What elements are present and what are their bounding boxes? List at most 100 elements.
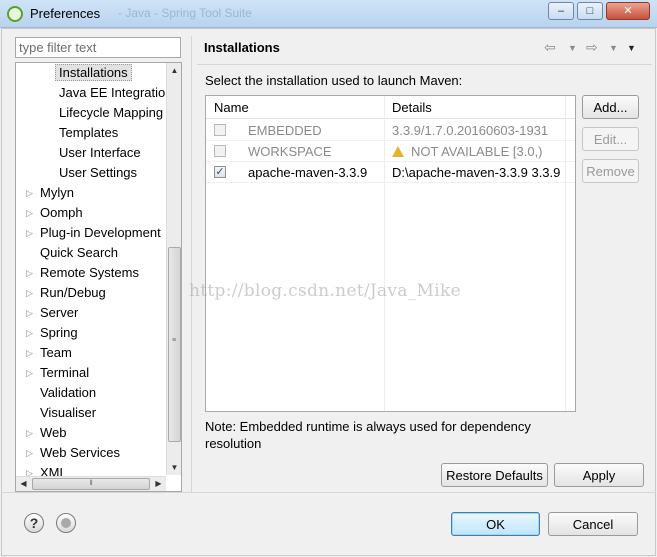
description: Select the installation used to launch M… [205, 73, 463, 88]
sidebar-item[interactable]: Validation [40, 383, 96, 403]
maximize-button[interactable]: □ [577, 2, 603, 20]
expand-arrow-icon[interactable]: ▷ [26, 283, 36, 303]
expand-arrow-icon[interactable]: ▷ [26, 303, 36, 323]
sidebar-item[interactable]: ▷ Run/Debug [26, 283, 106, 303]
expand-arrow-icon[interactable]: ▷ [26, 423, 36, 443]
restore-defaults-button[interactable]: Restore Defaults [441, 463, 548, 487]
sidebar-item[interactable]: ▷ Team [26, 343, 72, 363]
expand-arrow-icon[interactable]: ▷ [26, 263, 36, 283]
installation-details: NOT AVAILABLE [3.0,) [392, 144, 543, 159]
hscroll-thumb[interactable]: ⦀ [32, 478, 150, 490]
embedded-note: Note: Embedded runtime is always used fo… [205, 419, 531, 451]
sidebar-item[interactable]: Java EE Integration [59, 83, 172, 103]
table-row[interactable]: ✓ apache-maven-3.3.9 D:\apache-maven-3.3.9… [206, 162, 575, 183]
sidebar-item[interactable]: User Settings [59, 163, 137, 183]
sidebar-item[interactable]: Visualiser [40, 403, 96, 423]
footer-separator [1, 492, 656, 493]
scroll-left-icon[interactable]: ◀ [16, 477, 31, 491]
page-title: Installations [204, 40, 280, 55]
table-row[interactable]: WORKSPACE NOT AVAILABLE [3.0,) [206, 141, 575, 162]
expand-arrow-icon[interactable]: ▷ [26, 223, 36, 243]
scroll-up-icon[interactable]: ▲ [167, 64, 182, 78]
expand-arrow-icon[interactable]: ▷ [26, 183, 36, 203]
installation-name: WORKSPACE [248, 144, 332, 159]
sidebar-item[interactable]: ▷ Server [26, 303, 79, 323]
sidebar-item-label: Server [40, 305, 79, 320]
sidebar-item-label: Spring [40, 325, 78, 340]
sidebar-item-label: Web Services [40, 445, 120, 460]
sidebar-item[interactable]: ▷ Terminal [26, 363, 90, 383]
preference-tree: Installations Java EE Integration Lifecycl… [15, 62, 182, 492]
scroll-thumb[interactable]: ≡ [168, 247, 181, 442]
close-button[interactable]: ✕ [606, 2, 650, 20]
sidebar-item-label: Oomph [40, 205, 83, 220]
row-checkbox[interactable] [214, 145, 226, 157]
column-name-header[interactable]: Name [214, 100, 249, 115]
view-menu-icon[interactable]: ▼ [627, 43, 636, 53]
sidebar-item[interactable]: ▷ Remote Systems [26, 263, 139, 283]
table-header: Name Details [206, 96, 575, 119]
scroll-right-icon[interactable]: ▶ [151, 477, 166, 491]
sidebar-item[interactable]: ▷ Spring [26, 323, 78, 343]
expand-arrow-icon[interactable]: ▷ [26, 323, 36, 343]
sidebar-item[interactable]: Installations [55, 63, 132, 83]
column-details-header[interactable]: Details [392, 100, 432, 115]
details-text: D:\apache-maven-3.3.9 3.3.9 [392, 165, 561, 180]
apply-button[interactable]: Apply [554, 463, 644, 487]
filter-input[interactable] [15, 37, 181, 58]
ok-button[interactable]: OK [451, 512, 540, 536]
installations-table: Name Details EMBEDDED 3.3.9/1.7.0.2016060… [205, 95, 576, 412]
sidebar-item-label: Visualiser [40, 405, 97, 420]
sidebar-item[interactable]: ▷ Mylyn [26, 183, 74, 203]
sidebar-item-label: User Interface [59, 145, 141, 160]
installation-name: EMBEDDED [248, 123, 322, 138]
sidebar-item-label: Quick Search [40, 245, 119, 260]
eclipse-icon [7, 6, 23, 22]
remove-button[interactable]: Remove [582, 159, 639, 183]
row-checkbox[interactable] [214, 124, 226, 136]
table-row[interactable]: EMBEDDED 3.3.9/1.7.0.20160603-1931 [206, 120, 575, 141]
scroll-down-icon[interactable]: ▼ [167, 461, 182, 475]
sidebar-item-label: Run/Debug [40, 285, 106, 300]
details-text: NOT AVAILABLE [3.0,) [411, 144, 543, 159]
title-bar: Preferences - Java - Spring Tool Suite –… [0, 0, 657, 28]
sidebar-item[interactable]: User Interface [59, 143, 141, 163]
sidebar-item-label: Validation [40, 385, 97, 400]
warning-icon [392, 146, 404, 157]
sidebar-item[interactable]: Templates [59, 123, 118, 143]
window-title: Preferences [30, 6, 101, 21]
forward-menu-icon[interactable]: ▼ [609, 43, 618, 53]
sidebar-item-label: Terminal [40, 365, 90, 380]
expand-arrow-icon[interactable]: ▷ [26, 443, 36, 463]
tree-horizontal-scrollbar[interactable]: ◀ ⦀ ▶ [16, 476, 166, 491]
tree-vertical-scrollbar[interactable]: ▲ ≡ ▼ [166, 63, 181, 475]
sidebar-item-label: Templates [59, 125, 119, 140]
expand-arrow-icon[interactable]: ▷ [26, 203, 36, 223]
installation-details: D:\apache-maven-3.3.9 3.3.9 [392, 165, 560, 180]
expand-arrow-icon[interactable]: ▷ [26, 343, 36, 363]
row-checkbox[interactable]: ✓ [214, 166, 226, 178]
back-menu-icon[interactable]: ▼ [568, 43, 577, 53]
add-button[interactable]: Add... [582, 95, 639, 119]
sidebar-item[interactable]: ▷ Plug-in Development [26, 223, 161, 243]
help-icon[interactable]: ? [24, 513, 44, 533]
header-separator [197, 64, 652, 65]
minimize-button[interactable]: – [548, 2, 574, 20]
sidebar-item[interactable]: ▷ Oomph [26, 203, 83, 223]
sidebar-item[interactable]: Lifecycle Mapping [59, 103, 163, 123]
record-icon[interactable] [56, 513, 76, 533]
sidebar-item-label: Remote Systems [40, 265, 139, 280]
back-arrow-icon[interactable]: ⇦ [544, 39, 556, 56]
cancel-button[interactable]: Cancel [548, 512, 638, 536]
sidebar-item-label: Team [40, 345, 72, 360]
sidebar-item-label: Plug-in Development [40, 225, 161, 240]
sash-divider[interactable] [191, 36, 192, 493]
edit-button[interactable]: Edit... [582, 127, 639, 151]
sidebar-item-label: Installations [55, 64, 132, 81]
expand-arrow-icon[interactable]: ▷ [26, 363, 36, 383]
forward-arrow-icon[interactable]: ⇨ [586, 39, 598, 56]
sidebar-item[interactable]: Quick Search [40, 243, 118, 263]
sidebar-item[interactable]: ▷ Web [26, 423, 67, 443]
sidebar-item[interactable]: ▷ Web Services [26, 443, 120, 463]
sidebar-item-label: Lifecycle Mapping [59, 105, 164, 120]
